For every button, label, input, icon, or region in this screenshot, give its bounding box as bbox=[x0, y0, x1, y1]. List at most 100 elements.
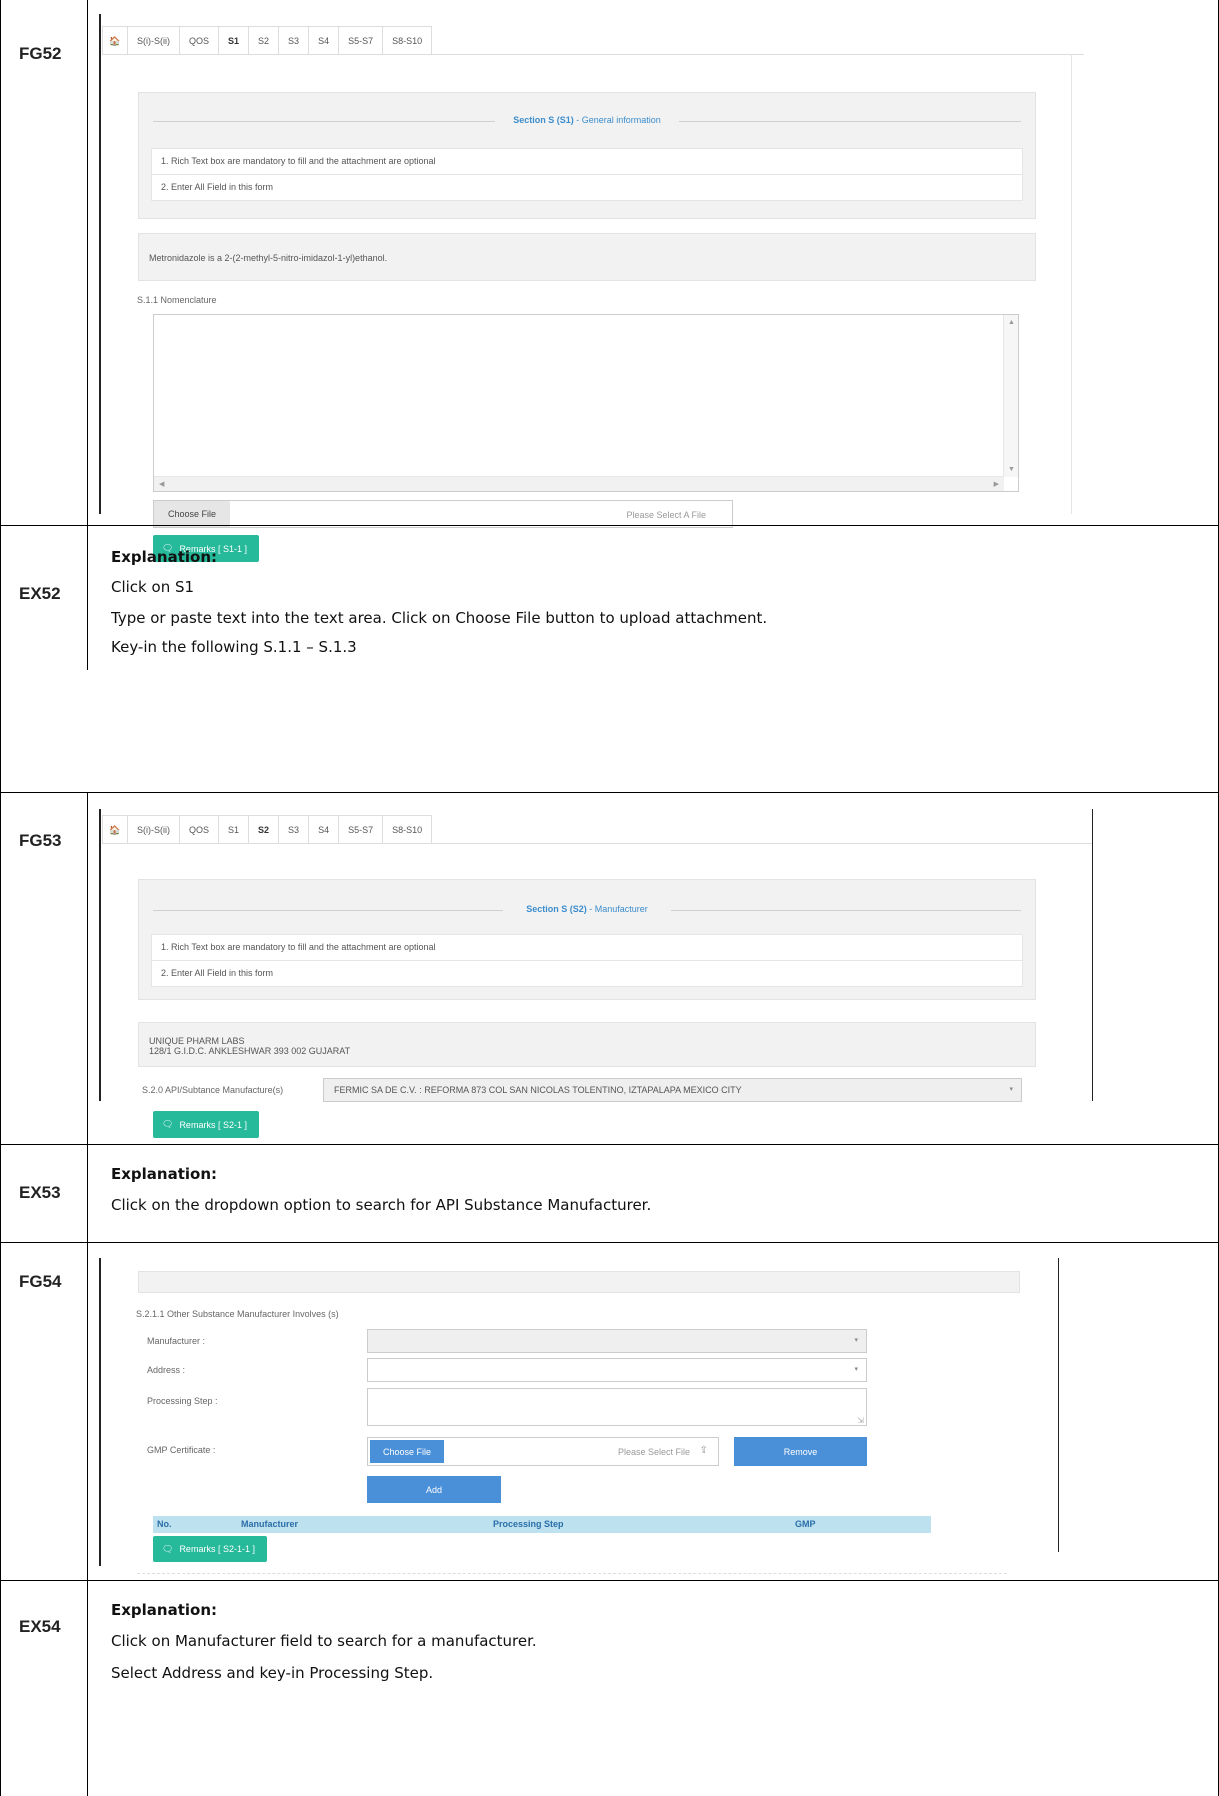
tab-s4[interactable]: S4 bbox=[308, 26, 340, 54]
content-edge bbox=[1071, 54, 1072, 514]
home-icon: 🏠 bbox=[109, 825, 121, 835]
choose-file-button[interactable]: Choose File bbox=[370, 1440, 444, 1463]
resize-handle-icon[interactable]: ⇲ bbox=[857, 1416, 864, 1425]
tab-underline bbox=[102, 843, 1092, 844]
gmp-certificate-label: GMP Certificate : bbox=[147, 1445, 216, 1455]
explanation-ex54: Explanation: Click on Manufacturer field… bbox=[89, 1581, 1218, 1796]
tab-underline bbox=[102, 54, 1084, 55]
chevron-down-icon: ▾ bbox=[1009, 1086, 1013, 1093]
tab-s1[interactable]: S1 bbox=[218, 26, 250, 54]
row-fg54: FG54 S.2.1.1 Other Substance Manufacture… bbox=[1, 1242, 1218, 1580]
applicant-info: UNIQUE PHARM LABS 128/1 G.I.D.C. ANKLESH… bbox=[138, 1022, 1036, 1067]
tab-s8-s10[interactable]: S8-S10 bbox=[382, 815, 433, 843]
remarks-label: Remarks [ S2-1 ] bbox=[179, 1119, 247, 1130]
remove-button[interactable]: Remove bbox=[734, 1437, 867, 1466]
screenshot-s1: 🏠 S(i)-S(ii) QOS S1 S2 S3 S4 S5-S7 S8-S1… bbox=[89, 0, 1218, 562]
row-label: EX54 bbox=[19, 1617, 61, 1636]
col-header-manufacturer: Manufacturer bbox=[241, 1519, 299, 1529]
processing-step-textarea[interactable]: ⇲ bbox=[367, 1388, 867, 1426]
manufacturer-select[interactable]: ▾ bbox=[367, 1329, 867, 1353]
comment-icon: 🗨 bbox=[162, 1119, 174, 1129]
row-label: FG52 bbox=[19, 44, 62, 63]
gmp-file-input[interactable]: Choose File Please Select File ⇪ bbox=[367, 1437, 719, 1466]
remarks-s2-1-1-button[interactable]: 🗨 Remarks [ S2-1-1 ] bbox=[153, 1536, 267, 1562]
tab-s-i-s-ii[interactable]: S(i)-S(ii) bbox=[127, 815, 180, 843]
explanation-heading: Explanation: bbox=[111, 548, 218, 566]
tab-s-i-s-ii[interactable]: S(i)-S(ii) bbox=[127, 26, 180, 54]
manufacturer-label: Manufacturer : bbox=[147, 1336, 206, 1346]
panel-border-right bbox=[1092, 809, 1093, 1101]
tab-s2[interactable]: S2 bbox=[248, 815, 280, 843]
file-input[interactable]: Choose File Please Select A File bbox=[153, 500, 733, 528]
panel-border-right bbox=[1058, 1258, 1059, 1552]
home-icon: 🏠 bbox=[109, 36, 121, 46]
explanation-heading: Explanation: bbox=[111, 1165, 218, 1183]
tab-s3[interactable]: S3 bbox=[278, 26, 310, 54]
row-label: FG54 bbox=[19, 1272, 62, 1291]
instruction-1: 1. Rich Text box are mandatory to fill a… bbox=[151, 934, 1023, 961]
chevron-down-icon: ▾ bbox=[854, 1337, 858, 1344]
tab-home[interactable]: 🏠 bbox=[102, 26, 128, 54]
file-placeholder: Please Select A File bbox=[626, 510, 706, 520]
row-ex53: EX53 Explanation: Click on the dropdown … bbox=[1, 1144, 1218, 1242]
panel-border bbox=[99, 809, 101, 1101]
tab-s3[interactable]: S3 bbox=[278, 815, 310, 843]
remarks-label: Remarks [ S2-1-1 ] bbox=[179, 1544, 255, 1554]
add-button[interactable]: Add bbox=[367, 1476, 501, 1503]
tab-home[interactable]: 🏠 bbox=[102, 815, 128, 843]
api-manufacturer-select[interactable]: FERMIC SA DE C.V. : REFORMA 873 COL SAN … bbox=[323, 1078, 1022, 1102]
screenshot-s2-1-1: S.2.1.1 Other Substance Manufacturer Inv… bbox=[89, 1243, 1218, 1580]
explanation-heading: Explanation: bbox=[111, 1601, 218, 1619]
horizontal-scrollbar[interactable]: ◀ ▶ bbox=[154, 476, 1004, 491]
section-info-panel: Section S (S1) - General information 1. … bbox=[138, 92, 1036, 219]
api-manufacturer-label: S.2.0 API/Subtance Manufacture(s) bbox=[142, 1085, 284, 1095]
vertical-scrollbar[interactable]: ▲ ▼ bbox=[1003, 315, 1018, 477]
chevron-down-icon: ▾ bbox=[854, 1366, 858, 1373]
row-ex52: EX52 Explanation: Click on S1 Type or pa… bbox=[1, 525, 1218, 670]
substance-info: Metronidazole is a 2-(2-methyl-5-nitro-i… bbox=[138, 233, 1036, 281]
nomenclature-textarea[interactable]: ▲ ▼ ◀ ▶ bbox=[153, 314, 1019, 492]
remarks-s2-1-button[interactable]: 🗨 Remarks [ S2-1 ] bbox=[153, 1111, 259, 1138]
processing-step-label: Processing Step : bbox=[147, 1396, 218, 1406]
panel-border bbox=[99, 14, 101, 514]
tab-s5-s7[interactable]: S5-S7 bbox=[338, 815, 384, 843]
section-title: Section S (S2) - Manufacturer bbox=[139, 904, 1035, 914]
row-label-cell: FG52 bbox=[1, 0, 88, 525]
choose-file-button[interactable]: Choose File bbox=[154, 501, 230, 527]
col-header-gmp: GMP bbox=[795, 1519, 816, 1529]
tab-bar: 🏠 S(i)-S(ii) QOS S1 S2 S3 S4 S5-S7 S8-S1… bbox=[102, 26, 433, 54]
explanation-ex52: Explanation: Click on S1 Type or paste t… bbox=[89, 526, 1218, 670]
tab-s1[interactable]: S1 bbox=[218, 815, 250, 843]
instruction-1: 1. Rich Text box are mandatory to fill a… bbox=[151, 148, 1023, 175]
tab-qos[interactable]: QOS bbox=[179, 26, 220, 54]
tab-s4[interactable]: S4 bbox=[308, 815, 340, 843]
section-title: Section S (S1) - General information bbox=[139, 115, 1035, 125]
row-label: EX53 bbox=[19, 1183, 61, 1202]
screenshot-s2: 🏠 S(i)-S(ii) QOS S1 S2 S3 S4 S5-S7 S8-S1… bbox=[89, 793, 1218, 1144]
applicant-name: UNIQUE PHARM LABS bbox=[149, 1036, 245, 1046]
tab-s2[interactable]: S2 bbox=[248, 26, 280, 54]
other-manufacturer-title: S.2.1.1 Other Substance Manufacturer Inv… bbox=[136, 1309, 339, 1319]
col-header-no: No. bbox=[157, 1519, 172, 1529]
explanation-line: Click on the dropdown option to search f… bbox=[111, 1196, 652, 1214]
document-page: FG52 🏠 S(i)-S(ii) QOS S1 S2 S3 S4 S5-S7 … bbox=[0, 0, 1219, 1796]
explanation-line: Click on Manufacturer field to search fo… bbox=[111, 1632, 537, 1650]
file-placeholder: Please Select File bbox=[617, 1447, 690, 1457]
tab-qos[interactable]: QOS bbox=[179, 815, 220, 843]
row-fg52: FG52 🏠 S(i)-S(ii) QOS S1 S2 S3 S4 S5-S7 … bbox=[1, 0, 1218, 562]
instruction-2: 2. Enter All Field in this form bbox=[151, 960, 1023, 987]
address-select[interactable]: ▾ bbox=[367, 1358, 867, 1382]
selected-value: FERMIC SA DE C.V. : REFORMA 873 COL SAN … bbox=[334, 1085, 742, 1095]
comment-icon: 🗨 bbox=[162, 1543, 174, 1554]
row-ex54: EX54 Explanation: Click on Manufacturer … bbox=[1, 1580, 1218, 1796]
row-label: EX52 bbox=[19, 584, 61, 603]
explanation-line: Key-in the following S.1.1 – S.1.3 bbox=[111, 638, 357, 656]
divider bbox=[137, 1573, 1007, 1574]
address-label: Address : bbox=[147, 1365, 186, 1375]
tab-s5-s7[interactable]: S5-S7 bbox=[338, 26, 384, 54]
upload-icon: ⇪ bbox=[699, 1445, 708, 1456]
row-fg53: FG53 🏠 S(i)-S(ii) QOS S1 S2 S3 S4 S5-S7 … bbox=[1, 792, 1218, 1144]
applicant-address: 128/1 G.I.D.C. ANKLESHWAR 393 002 GUJARA… bbox=[149, 1046, 351, 1056]
tab-s8-s10[interactable]: S8-S10 bbox=[382, 26, 433, 54]
col-header-processing-step: Processing Step bbox=[493, 1519, 564, 1529]
